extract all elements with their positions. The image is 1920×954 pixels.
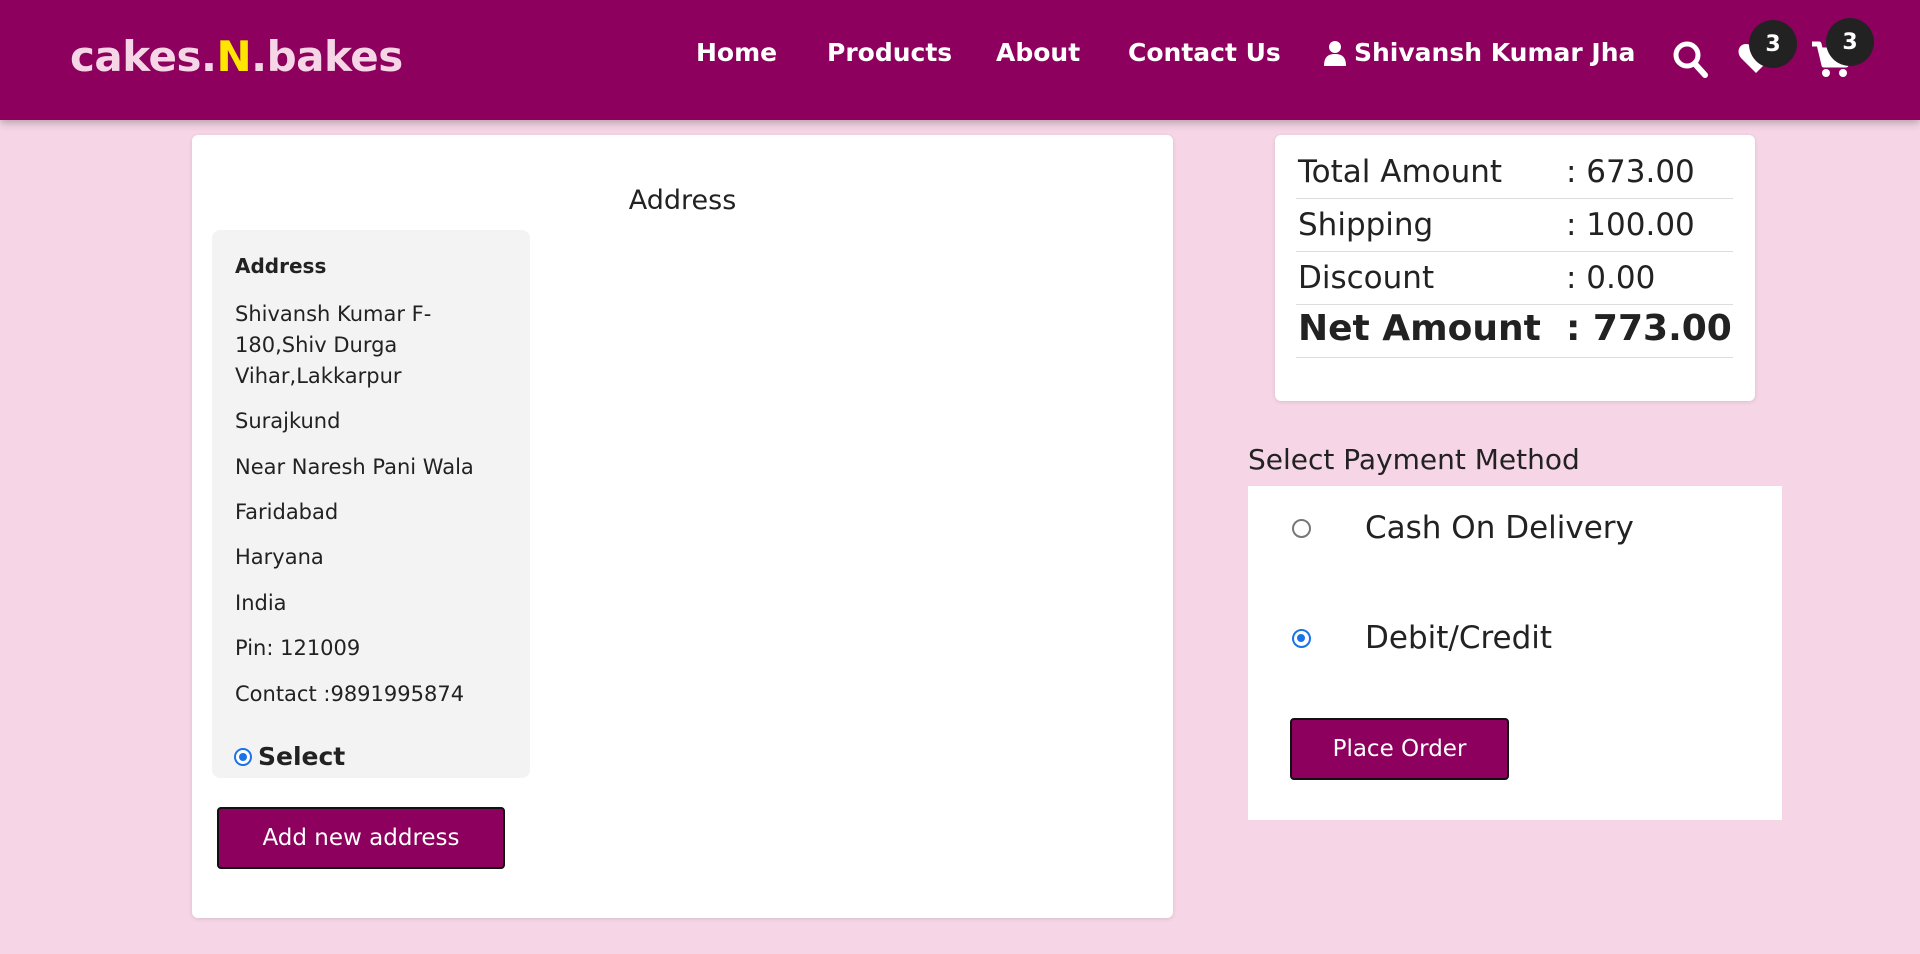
brand-part-1: cakes. bbox=[70, 32, 217, 81]
payment-method-panel: Cash On Delivery Debit/Credit Place Orde… bbox=[1248, 486, 1782, 820]
address-line-landmark: Near Naresh Pani Wala bbox=[235, 455, 474, 479]
nav-home[interactable]: Home bbox=[696, 38, 777, 67]
saved-address-card[interactable]: Address Shivansh Kumar F-180,Shiv Durga … bbox=[212, 230, 530, 778]
total-amount-value: : 673.00 bbox=[1566, 154, 1695, 190]
user-name: Shivansh Kumar Jha bbox=[1354, 38, 1636, 67]
add-new-address-button[interactable]: Add new address bbox=[217, 807, 505, 869]
summary-row-discount: Discount : 0.00 bbox=[1296, 252, 1733, 305]
user-icon bbox=[1324, 40, 1346, 66]
payment-option-card[interactable]: Debit/Credit bbox=[1292, 620, 1552, 656]
nav-about[interactable]: About bbox=[996, 38, 1080, 67]
summary-row-total: Total Amount : 673.00 bbox=[1296, 146, 1733, 199]
wishlist-count-badge: 3 bbox=[1749, 20, 1797, 68]
address-line-pin: Pin: 121009 bbox=[235, 636, 361, 660]
payment-option-cod[interactable]: Cash On Delivery bbox=[1292, 510, 1634, 546]
nav-user-account[interactable]: Shivansh Kumar Jha bbox=[1324, 38, 1635, 67]
summary-row-shipping: Shipping : 100.00 bbox=[1296, 199, 1733, 252]
address-line-area: Surajkund bbox=[235, 409, 341, 433]
address-line-contact: Contact :9891995874 bbox=[235, 682, 465, 706]
card-radio[interactable] bbox=[1292, 628, 1311, 648]
address-line-city: Faridabad bbox=[235, 500, 339, 524]
order-summary: Total Amount : 673.00 Shipping : 100.00 … bbox=[1275, 135, 1755, 401]
address-line-country: India bbox=[235, 591, 287, 615]
total-amount-label: Total Amount bbox=[1298, 154, 1503, 190]
brand-logo[interactable]: cakes.N.bakes bbox=[70, 32, 403, 81]
summary-row-net: Net Amount : 773.00 bbox=[1296, 305, 1733, 358]
shipping-label: Shipping bbox=[1298, 207, 1434, 243]
cod-label: Cash On Delivery bbox=[1365, 510, 1634, 546]
brand-part-2: .bakes bbox=[251, 32, 403, 81]
payment-method-heading: Select Payment Method bbox=[1248, 443, 1580, 476]
search-icon bbox=[1673, 41, 1708, 78]
net-amount-value: : 773.00 bbox=[1566, 308, 1732, 349]
net-amount-label: Net Amount bbox=[1298, 308, 1541, 349]
address-line-street: Shivansh Kumar F-180,Shiv Durga Vihar,La… bbox=[235, 302, 432, 388]
address-line-state: Haryana bbox=[235, 545, 324, 569]
nav-products[interactable]: Products bbox=[827, 38, 952, 67]
shipping-value: : 100.00 bbox=[1566, 207, 1695, 243]
address-select-radio[interactable] bbox=[234, 747, 252, 766]
card-label: Debit/Credit bbox=[1365, 620, 1553, 656]
address-heading: Address bbox=[628, 185, 737, 216]
brand-accent: N bbox=[216, 32, 252, 81]
address-section: Address Address Shivansh Kumar F-180,Shi… bbox=[192, 135, 1173, 918]
discount-value: : 0.00 bbox=[1566, 260, 1656, 296]
navbar: cakes.N.bakes Home Products About Contac… bbox=[0, 0, 1920, 120]
address-select-label: Select bbox=[258, 742, 346, 771]
discount-label: Discount bbox=[1298, 260, 1435, 296]
cart-count-badge: 3 bbox=[1826, 18, 1874, 66]
address-select-option[interactable]: Select bbox=[234, 742, 345, 771]
nav-contact[interactable]: Contact Us bbox=[1128, 38, 1281, 67]
address-card-title: Address bbox=[235, 254, 327, 278]
cod-radio[interactable] bbox=[1292, 518, 1311, 538]
place-order-button[interactable]: Place Order bbox=[1290, 718, 1509, 780]
search-button[interactable] bbox=[1672, 40, 1708, 82]
